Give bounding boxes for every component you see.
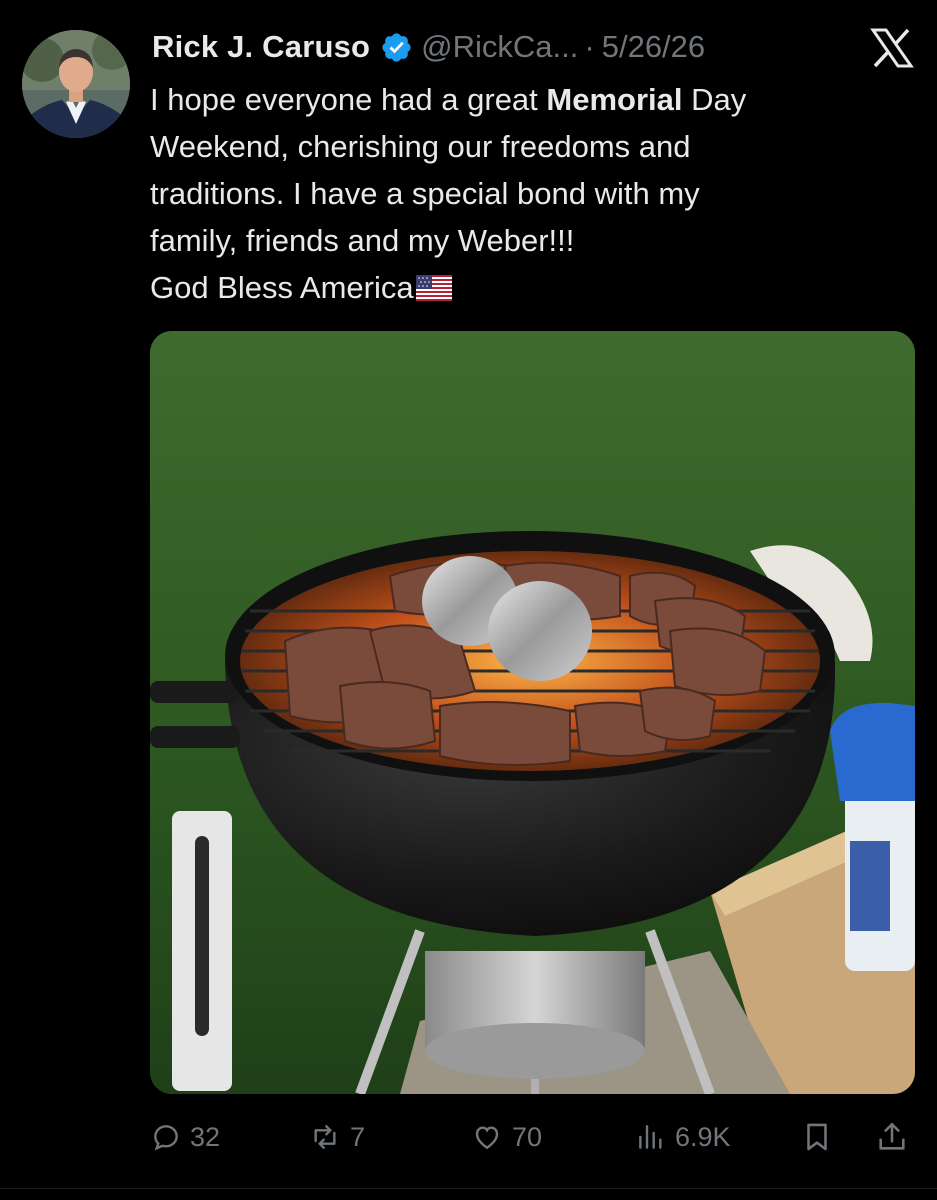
text-segment: Day: [682, 82, 747, 117]
post-header: Rick J. Caruso @RickCa... · 5/26/26: [152, 24, 705, 70]
repost-count: 7: [350, 1121, 366, 1152]
bookmark-icon: [800, 1120, 842, 1154]
like-button[interactable]: 70: [470, 1112, 542, 1162]
post-text-line-3: traditions. I have a special bond with m…: [150, 176, 700, 211]
post-date[interactable]: 5/26/26: [602, 29, 705, 65]
author-handle[interactable]: @RickCa...: [421, 29, 578, 65]
text-segment: God Bless America: [150, 270, 414, 305]
repost-button[interactable]: 7: [308, 1112, 365, 1162]
bookmark-button[interactable]: [800, 1112, 842, 1162]
x-logo-icon: [870, 28, 914, 68]
author-name[interactable]: Rick J. Caruso: [152, 29, 370, 65]
post-text-line-5: God Bless America: [150, 264, 910, 314]
post-text-line-1: I hope everyone had a great Memorial Day: [150, 76, 910, 123]
verified-badge-icon: [380, 31, 413, 64]
text-segment: I hope everyone had a great: [150, 82, 547, 117]
post-text-line-2: Weekend, cherishing our freedoms and: [150, 129, 691, 164]
post: Rick J. Caruso @RickCa... · 5/26/26 I ho…: [0, 0, 937, 1200]
avatar[interactable]: [22, 30, 130, 138]
reply-icon: [150, 1121, 190, 1153]
divider: [0, 1188, 937, 1189]
views-button[interactable]: 6.9K: [635, 1112, 731, 1162]
reply-button[interactable]: 32: [150, 1112, 220, 1162]
bold-text-memorial: Memorial: [546, 82, 683, 117]
like-count: 70: [512, 1121, 543, 1152]
post-media-photo[interactable]: [150, 331, 915, 1094]
share-icon: [875, 1120, 917, 1154]
share-button[interactable]: [875, 1112, 917, 1162]
repost-icon: [308, 1121, 350, 1153]
views-icon: [635, 1121, 675, 1153]
post-text: I hope everyone had a great Memorial Day…: [150, 76, 910, 314]
post-text-line-4: family, friends and my Weber!!!: [150, 223, 575, 258]
action-bar: 32 7 70 6.9K: [150, 1112, 915, 1162]
like-icon: [470, 1121, 512, 1153]
us-flag-icon: [415, 267, 452, 314]
reply-count: 32: [190, 1121, 221, 1152]
views-count: 6.9K: [675, 1121, 731, 1152]
separator-dot: ·: [584, 29, 595, 64]
